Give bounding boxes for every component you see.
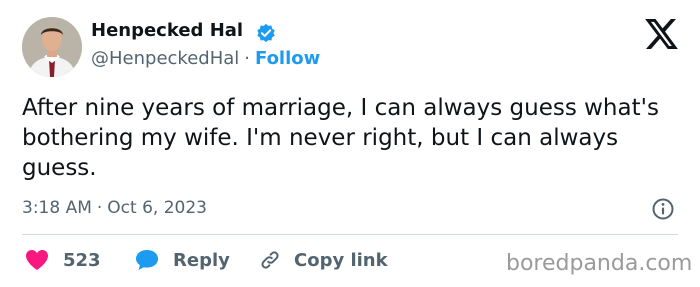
watermark: boredpanda.com [506, 251, 693, 276]
follow-button[interactable]: Follow [255, 48, 320, 69]
author-handle[interactable]: @HenpeckedHal [91, 48, 239, 69]
like-count: 523 [63, 249, 101, 271]
like-button[interactable]: 523 [25, 246, 101, 274]
tweet-time: 3:18 AM [22, 198, 92, 218]
handle-row: @HenpeckedHal · Follow [91, 48, 320, 69]
link-icon [261, 251, 279, 269]
timestamp-separator: · [96, 198, 103, 218]
verified-badge-icon [257, 23, 275, 43]
info-icon[interactable] [651, 197, 675, 221]
avatar-image [22, 17, 82, 77]
heart-icon [26, 250, 48, 270]
reply-label: Reply [173, 249, 230, 271]
timestamp[interactable]: 3:18 AM · Oct 6, 2023 [22, 198, 207, 218]
speech-bubble-icon [136, 250, 158, 270]
tweet-card: Henpecked Hal @HenpeckedHal · Follow After… [0, 0, 700, 287]
tweet-date: Oct 6, 2023 [107, 198, 207, 218]
avatar[interactable] [22, 17, 82, 77]
divider [22, 234, 678, 235]
tweet-text: After nine years of marriage, I can alwa… [22, 95, 659, 181]
copy-link-label: Copy link [294, 249, 388, 271]
x-logo-icon[interactable] [645, 19, 678, 49]
copy-link-button[interactable]: Copy link [258, 246, 388, 274]
author-name[interactable]: Henpecked Hal [91, 20, 243, 41]
reply-button[interactable]: Reply [135, 246, 230, 274]
handle-separator: · [244, 48, 250, 69]
